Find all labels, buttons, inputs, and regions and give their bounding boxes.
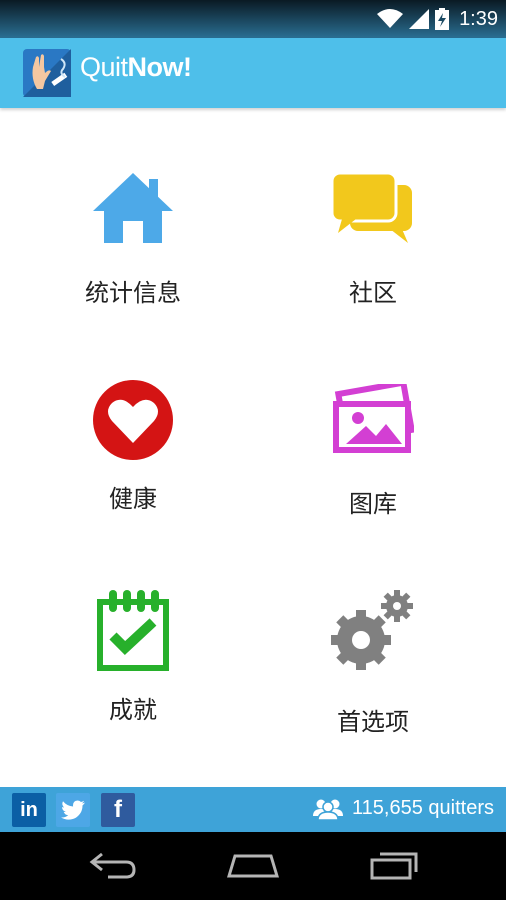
status-bar: 1:39 [0,0,506,38]
photos-icon [333,384,414,453]
menu-label-achievements: 成就 [109,696,157,724]
house-icon [93,173,173,243]
gears-icon [331,590,413,670]
app-bar: QuitNow! [0,38,506,108]
linkedin-button[interactable]: in [12,793,46,827]
quitters-counter[interactable]: 115,655 quitters [312,797,494,820]
status-icons: 1:39 [377,4,498,34]
wifi-icon [377,9,404,28]
menu-item-health[interactable]: 健康 [33,379,233,549]
facebook-label: f [114,796,122,823]
back-icon[interactable] [88,850,136,880]
system-nav-bar [0,832,506,900]
battery-charging-icon [435,8,450,30]
twitter-bird-icon [61,800,85,820]
menu-label-statistics: 统计信息 [85,279,181,307]
menu-item-statistics[interactable]: 统计信息 [33,173,233,343]
calendar-check-icon [97,590,169,671]
menu-item-gallery[interactable]: 图库 [273,384,473,554]
signal-icon [409,9,430,29]
menu-label-gallery: 图库 [349,490,397,518]
group-users-icon [313,799,344,820]
menu-label-community: 社区 [349,279,397,307]
app-title: QuitNow! [80,52,192,83]
menu-item-preferences[interactable]: 首选项 [273,590,473,760]
facebook-button[interactable]: f [101,793,135,827]
app-logo-icon[interactable] [23,49,71,97]
home-icon[interactable] [227,850,279,880]
status-time: 1:39 [459,7,498,30]
footer-bar: in f 115,655 quitters [0,787,506,832]
linkedin-label: in [20,798,38,821]
app-title-quit: Quit [80,52,128,82]
chat-bubbles-icon [332,173,412,243]
app-title-now: Now! [127,52,192,82]
recent-apps-icon[interactable] [370,850,420,880]
heart-icon [93,380,173,460]
menu-item-achievements[interactable]: 成就 [33,590,233,760]
menu-label-preferences: 首选项 [337,708,409,736]
menu-label-health: 健康 [109,485,157,513]
twitter-button[interactable] [56,793,90,827]
menu-item-community[interactable]: 社区 [273,173,473,343]
quitters-count: 115,655 quitters [352,797,494,819]
